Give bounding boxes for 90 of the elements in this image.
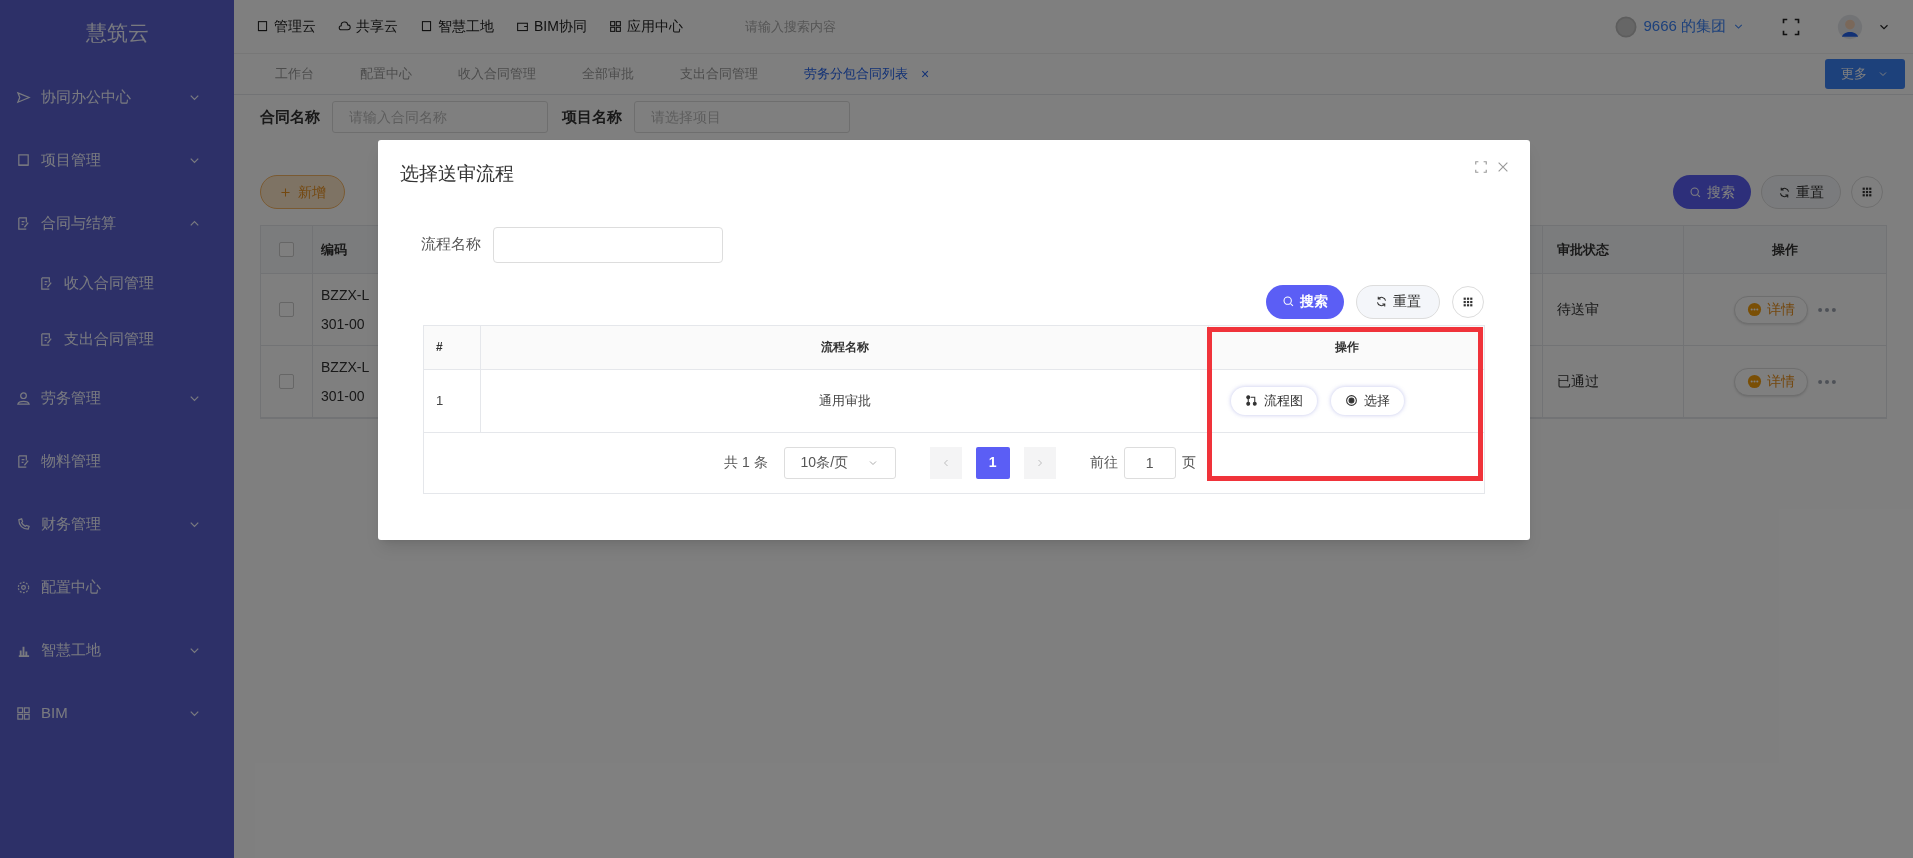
nav-link[interactable]: BIM协同 (516, 16, 587, 37)
book-icon (256, 20, 269, 33)
fullscreen-icon (1474, 160, 1488, 174)
app-logo: 慧筑云 (84, 20, 150, 47)
page-input[interactable]: 1 (1123, 446, 1176, 479)
next-page-button[interactable] (1023, 446, 1056, 479)
status-cell: 待送审 (1542, 274, 1683, 345)
status-cell: 已通过 (1542, 346, 1683, 417)
column-header: 审批状态 (1542, 226, 1683, 273)
nav-link[interactable]: 管理云 (256, 16, 316, 37)
column-header: 流程名称 (481, 325, 1209, 369)
user-icon (16, 391, 31, 406)
input-field[interactable] (493, 226, 723, 263)
radio-icon (1345, 394, 1358, 407)
refresh-icon (1778, 185, 1791, 199)
search-button[interactable]: 搜索 (1673, 175, 1751, 209)
flow-icon (1245, 394, 1258, 407)
refresh-icon (1375, 295, 1388, 308)
goto-suffix: 页 (1181, 453, 1196, 472)
flowchart-button[interactable]: 流程图 (1231, 386, 1317, 415)
row-number: 1 (424, 369, 481, 432)
organization-switcher[interactable]: 9666 的集团 (1615, 15, 1745, 38)
details-button[interactable]: 详情 (1734, 367, 1808, 396)
search-icon (1282, 295, 1295, 308)
more-button[interactable]: 更多 (1825, 59, 1905, 89)
dialog-title: 选择送审流程 (400, 162, 515, 186)
cloud-icon (338, 20, 351, 33)
fullscreen-icon (1781, 16, 1801, 37)
wallet-icon (516, 20, 529, 33)
column-header: 操作 (1333, 339, 1360, 356)
close-icon (1496, 160, 1510, 174)
contract-code: 301-00 (321, 386, 365, 406)
grid-icon (1860, 185, 1874, 199)
select-button[interactable]: 选择 (1331, 386, 1404, 415)
edit-icon (16, 216, 31, 231)
search-icon (1689, 185, 1702, 199)
sidebar-item[interactable]: BIM (0, 682, 234, 745)
column-header: 操作 (1683, 226, 1886, 273)
sidebar-item[interactable]: 劳务管理 (0, 367, 234, 430)
checkbox[interactable] (279, 242, 294, 257)
column-header: 编码 (321, 240, 348, 259)
phone-icon (16, 517, 31, 532)
previous-page-button[interactable] (929, 446, 962, 479)
sidebar-item[interactable]: 智慧工地 (0, 619, 234, 682)
goto-label: 前往 (1089, 453, 1118, 472)
sidebar-item[interactable]: 协同办公中心 (0, 66, 234, 129)
reset-button[interactable]: 重置 (1356, 284, 1440, 319)
nav-link[interactable]: 应用中心 (608, 16, 683, 37)
nav-link[interactable]: 共享云 (338, 16, 398, 37)
sidebar-subitem[interactable]: 支出合同管理 (0, 311, 234, 367)
contract-code: BZZX-L (321, 357, 370, 377)
edit-icon (39, 331, 54, 347)
avatar-icon (1837, 13, 1863, 40)
add-button[interactable]: 新增 (260, 175, 345, 209)
field-label: 流程名称 (421, 234, 481, 255)
page-size-select[interactable]: 10条/页 (783, 446, 896, 479)
column-header: # (424, 325, 481, 369)
close-tab-icon[interactable]: × (921, 63, 930, 85)
filter-label: 合同名称 (260, 106, 320, 127)
filter-label: 项目名称 (562, 106, 622, 127)
ellipsis-circle-icon (1747, 374, 1762, 389)
sidebar-item[interactable]: 合同与结算 (0, 192, 234, 255)
grid-icon (16, 706, 31, 721)
sidebar-item[interactable]: 物料管理 (0, 430, 234, 493)
send-icon (16, 90, 31, 105)
ellipsis-circle-icon (1747, 302, 1762, 317)
sidebar-item[interactable]: 配置中心 (0, 556, 234, 619)
search-button[interactable]: 搜索 (1266, 284, 1344, 319)
sidebar-item[interactable]: 项目管理 (0, 129, 234, 192)
page-button[interactable]: 1 (975, 446, 1010, 479)
tab[interactable]: 劳务分包合同列表 × (781, 54, 948, 94)
checkbox[interactable] (279, 302, 294, 317)
grid-icon (608, 20, 622, 33)
more-icon[interactable] (1818, 379, 1836, 384)
total-count: 共 1 条 (724, 453, 768, 472)
edit-icon (39, 275, 54, 291)
book-icon (420, 20, 433, 33)
plus-icon (279, 185, 292, 199)
reset-button[interactable]: 重置 (1761, 175, 1841, 209)
book-icon (16, 153, 31, 168)
table-cell: 通用审批 (481, 369, 1209, 432)
checkbox[interactable] (279, 374, 294, 389)
edit-icon (16, 454, 31, 469)
contract-code: BZZX-L (321, 285, 370, 305)
details-button[interactable]: 详情 (1734, 295, 1808, 324)
sidebar-item[interactable]: 财务管理 (0, 493, 234, 556)
sidebar-subitem[interactable]: 收入合同管理 (0, 255, 234, 311)
more-icon[interactable] (1818, 307, 1836, 312)
nav-link[interactable]: 智慧工地 (420, 16, 494, 37)
contract-code: 301-00 (321, 314, 365, 334)
